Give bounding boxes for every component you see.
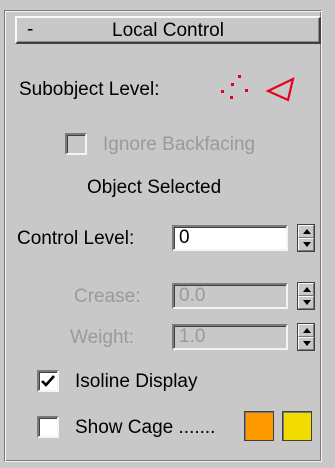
cage-color-swatch-2[interactable]: [282, 411, 312, 441]
checkmark-icon: [41, 375, 55, 387]
spinner-up-arrow[interactable]: [298, 225, 314, 238]
spinner-up-arrow[interactable]: [298, 283, 314, 296]
control-level-label: Control Level:: [17, 228, 135, 249]
vertex-icon[interactable]: [218, 75, 252, 103]
spinner-down-arrow[interactable]: [298, 296, 314, 309]
weight-label: Weight:: [70, 327, 135, 348]
polygon-icon[interactable]: [266, 75, 298, 105]
spinner-up-arrow[interactable]: [298, 324, 314, 337]
isoline-display-label: Isoline Display: [75, 371, 198, 392]
spinner-down-arrow[interactable]: [298, 337, 314, 350]
ignore-backfacing-checkbox[interactable]: [65, 133, 87, 155]
rollout-header-button[interactable]: - Local Control: [15, 16, 321, 44]
crease-field[interactable]: 0.0: [172, 283, 288, 309]
crease-label: Crease:: [74, 286, 141, 307]
local-control-panel: - Local Control Subobject Level: Ignore …: [0, 0, 335, 468]
spinner-down-arrow[interactable]: [298, 238, 314, 251]
crease-spinner[interactable]: [297, 282, 315, 310]
subobject-level-label: Subobject Level:: [19, 79, 160, 100]
ignore-backfacing-label: Ignore Backfacing: [103, 134, 256, 155]
selection-status-text: Object Selected: [87, 177, 222, 198]
weight-field[interactable]: 1.0: [172, 324, 288, 350]
weight-spinner[interactable]: [297, 323, 315, 351]
control-level-spinner[interactable]: [297, 224, 315, 252]
isoline-display-checkbox[interactable]: [37, 370, 59, 392]
control-level-field[interactable]: 0: [172, 225, 288, 251]
rollout-title: Local Control: [112, 20, 224, 41]
show-cage-label: Show Cage .......: [75, 417, 216, 438]
show-cage-checkbox[interactable]: [37, 416, 59, 438]
cage-color-swatch-1[interactable]: [244, 411, 274, 441]
